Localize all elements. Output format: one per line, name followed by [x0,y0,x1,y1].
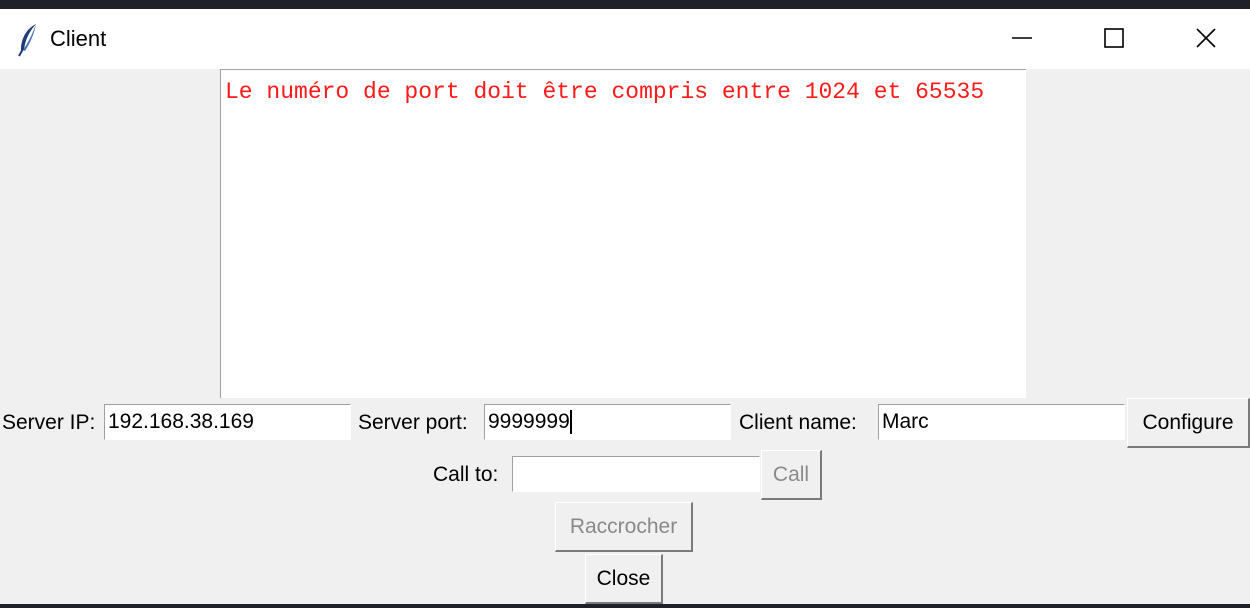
client-name-input[interactable] [878,404,1125,440]
minimize-button[interactable] [976,9,1068,67]
screen-top-edge [0,0,1250,9]
close-button[interactable]: Close [585,554,663,604]
feather-icon [16,23,40,57]
call-to-input[interactable] [512,456,760,492]
close-icon [1196,28,1216,48]
call-button[interactable]: Call [761,450,822,500]
log-textarea[interactable]: Le numéro de port doit être compris entr… [220,69,1026,398]
client-name-label: Client name: [739,411,857,434]
window-title: Client [50,26,107,51]
server-ip-input[interactable] [104,404,351,440]
screen-bottom-edge [0,604,1250,608]
title-bar[interactable]: Client [0,9,1250,69]
close-window-button[interactable] [1160,9,1250,67]
server-port-input[interactable] [484,404,731,440]
server-port-label: Server port: [358,411,468,434]
configure-button[interactable]: Configure [1127,398,1250,448]
text-caret [570,410,572,434]
call-to-label: Call to: [433,463,499,486]
hangup-button[interactable]: Raccrocher [555,502,693,552]
maximize-button[interactable] [1068,9,1160,67]
maximize-icon [1104,28,1124,48]
server-ip-label: Server IP: [2,411,96,434]
minimize-icon [1012,28,1032,48]
